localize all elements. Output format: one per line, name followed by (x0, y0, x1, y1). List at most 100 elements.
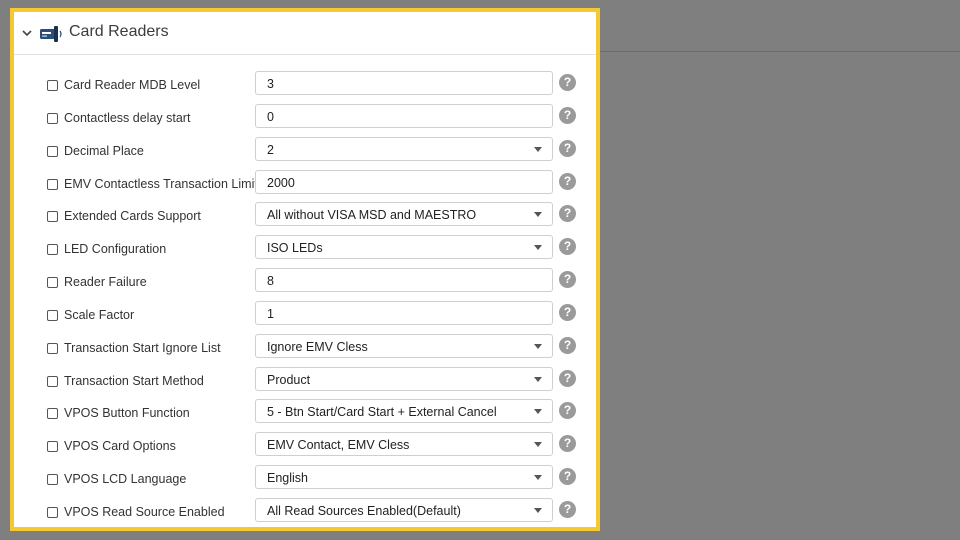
setting-row-transaction-start-method: Transaction Start Method Product? (14, 364, 596, 397)
vpos-card-options-value: EMV Contact, EMV Cless (267, 438, 410, 453)
dropdown-caret-icon[interactable] (534, 245, 542, 251)
card-reader-mdb-level-value: 3 (267, 77, 274, 91)
extended-cards-support-checkbox[interactable] (47, 211, 58, 223)
contactless-delay-start-input[interactable]: 0 (255, 103, 553, 128)
vpos-button-function-value: 5 - Btn Start/Card Start + External Canc… (267, 405, 497, 420)
vpos-read-source-enabled-checkbox[interactable] (47, 506, 58, 518)
transaction-start-method-select[interactable]: Product (255, 366, 553, 391)
emv-contactless-transaction-limit-input[interactable]: 2000 (255, 169, 553, 194)
transaction-start-method-label: Transaction Start Method (64, 373, 204, 388)
settings-list: Card Reader MDB Level 3? Contactless delay… (14, 68, 596, 527)
help-icon[interactable]: ? (559, 172, 576, 190)
reader-failure-input[interactable]: 8 (255, 268, 553, 293)
scale-factor-value: 1 (267, 306, 274, 321)
setting-row-vpos-button-function: VPOS Button Function 5 - Btn Start/Card S… (14, 396, 596, 429)
help-icon[interactable]: ? (559, 336, 576, 354)
dropdown-caret-icon[interactable] (534, 146, 542, 152)
decimal-place-checkbox[interactable] (47, 145, 58, 157)
setting-row-card-reader-mdb-level: Card Reader MDB Level 3? (14, 68, 596, 101)
setting-row-contactless-delay-start: Contactless delay start 0? (14, 101, 596, 134)
dropdown-caret-icon[interactable] (534, 376, 542, 382)
vpos-lcd-language-value: English (267, 471, 308, 486)
vpos-lcd-language-select[interactable]: English (255, 465, 553, 490)
help-icon[interactable]: ? (559, 435, 576, 453)
scale-factor-checkbox[interactable] (47, 309, 58, 321)
setting-row-extended-cards-support: Extended Cards Support All without VISA M… (14, 199, 596, 232)
scale-factor-input[interactable]: 1 (255, 300, 553, 325)
setting-row-led-configuration: LED Configuration ISO LEDs? (14, 232, 596, 265)
vpos-button-function-select[interactable]: 5 - Btn Start/Card Start + External Canc… (255, 399, 553, 424)
contactless-delay-start-value: 0 (267, 109, 274, 124)
help-icon[interactable]: ? (559, 468, 576, 486)
contactless-delay-start-checkbox[interactable] (47, 112, 58, 124)
reader-failure-label: Reader Failure (64, 275, 147, 290)
transaction-start-ignore-list-checkbox[interactable] (47, 342, 58, 354)
transaction-start-ignore-list-select[interactable]: Ignore EMV Cless (255, 333, 553, 358)
help-icon[interactable]: ? (559, 74, 576, 91)
dropdown-caret-icon[interactable] (534, 212, 542, 218)
emv-contactless-transaction-limit-value: 2000 (267, 175, 295, 190)
reader-failure-value: 8 (267, 274, 274, 289)
reader-failure-checkbox[interactable] (47, 277, 58, 289)
setting-row-scale-factor: Scale Factor 1? (14, 298, 596, 331)
vpos-card-options-label: VPOS Card Options (64, 439, 176, 454)
emv-contactless-transaction-limit-checkbox[interactable] (47, 178, 58, 190)
led-configuration-select[interactable]: ISO LEDs (255, 235, 553, 260)
setting-row-vpos-card-options: VPOS Card Options EMV Contact, EMV Cless? (14, 429, 596, 462)
help-icon[interactable]: ? (559, 303, 576, 321)
transaction-start-ignore-list-value: Ignore EMV Cless (267, 339, 368, 354)
background-divider (598, 51, 960, 52)
setting-row-decimal-place: Decimal Place 2? (14, 134, 596, 167)
help-icon[interactable]: ? (559, 139, 576, 157)
setting-row-emv-contactless-transaction-limit: EMV Contactless Transaction Limit 2000? (14, 167, 596, 200)
chevron-down-icon[interactable] (21, 27, 33, 39)
vpos-card-options-checkbox[interactable] (47, 441, 58, 453)
transaction-start-method-checkbox[interactable] (47, 375, 58, 387)
decimal-place-label: Decimal Place (64, 143, 144, 158)
led-configuration-checkbox[interactable] (47, 244, 58, 256)
dropdown-caret-icon[interactable] (534, 343, 542, 349)
vpos-button-function-checkbox[interactable] (47, 408, 58, 420)
card-readers-panel: Card Readers Card Reader MDB Level 3? Cont… (10, 8, 600, 531)
card-reader-mdb-level-label: Card Reader MDB Level (64, 78, 201, 92)
section-title: Card Readers (69, 23, 169, 40)
transaction-start-method-value: Product (267, 372, 311, 387)
transaction-start-ignore-list-label: Transaction Start Ignore List (64, 340, 221, 355)
decimal-place-select[interactable]: 2 (255, 136, 553, 161)
vpos-button-function-label: VPOS Button Function (64, 406, 190, 421)
vpos-read-source-enabled-select[interactable]: All Read Sources Enabled(Default) (255, 497, 553, 522)
help-icon[interactable]: ? (559, 271, 576, 289)
vpos-lcd-language-label: VPOS LCD Language (64, 472, 187, 487)
setting-row-transaction-start-ignore-list: Transaction Start Ignore List Ignore EMV … (14, 331, 596, 364)
dropdown-caret-icon[interactable] (534, 442, 542, 448)
vpos-read-source-enabled-value: All Read Sources Enabled(Default) (267, 503, 461, 518)
extended-cards-support-label: Extended Cards Support (64, 209, 201, 224)
decimal-place-value: 2 (267, 142, 274, 157)
extended-cards-support-value: All without VISA MSD and MAESTRO (267, 208, 477, 223)
help-icon[interactable]: ? (559, 205, 576, 223)
card-reader-mdb-level-input[interactable]: 3 (255, 71, 553, 95)
vpos-read-source-enabled-label: VPOS Read Source Enabled (64, 504, 225, 519)
help-icon[interactable]: ? (559, 402, 576, 420)
help-icon[interactable]: ? (559, 106, 576, 124)
vpos-lcd-language-checkbox[interactable] (47, 474, 58, 486)
vpos-card-options-select[interactable]: EMV Contact, EMV Cless (255, 432, 553, 457)
contactless-delay-start-label: Contactless delay start (64, 110, 191, 125)
help-icon[interactable]: ? (559, 238, 576, 256)
dropdown-caret-icon[interactable] (534, 507, 542, 513)
extended-cards-support-select[interactable]: All without VISA MSD and MAESTRO (255, 202, 553, 227)
emv-contactless-transaction-limit-label: EMV Contactless Transaction Limit (64, 176, 258, 191)
help-icon[interactable]: ? (559, 500, 576, 518)
help-icon[interactable]: ? (559, 369, 576, 387)
card-reader-icon (40, 25, 64, 43)
setting-row-vpos-lcd-language: VPOS LCD Language English? (14, 462, 596, 495)
scale-factor-label: Scale Factor (64, 307, 135, 322)
dropdown-caret-icon[interactable] (534, 475, 542, 481)
dropdown-caret-icon[interactable] (534, 409, 542, 415)
setting-row-reader-failure: Reader Failure 8? (14, 265, 596, 298)
card-reader-mdb-level-checkbox[interactable] (47, 80, 58, 91)
section-header[interactable]: Card Readers (14, 12, 596, 55)
led-configuration-label: LED Configuration (64, 242, 167, 257)
setting-row-vpos-read-source-enabled: VPOS Read Source Enabled All Read Sources… (14, 495, 596, 527)
led-configuration-value: ISO LEDs (267, 241, 323, 256)
